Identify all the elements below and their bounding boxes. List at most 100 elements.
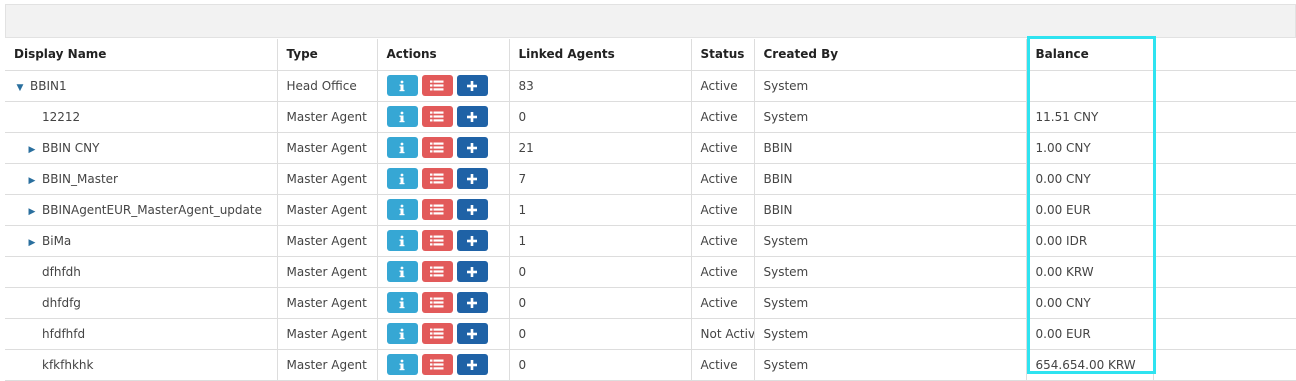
info-button[interactable]: [386, 199, 418, 220]
type-cell: Master Agent: [277, 101, 378, 133]
info-button[interactable]: [386, 323, 418, 344]
balance-cell: 654.654.00 KRW: [1026, 349, 1154, 381]
column-header-display-name[interactable]: Display Name: [5, 39, 278, 71]
column-header-empty: [1153, 39, 1296, 71]
list-button[interactable]: [421, 292, 453, 313]
add-button[interactable]: [456, 323, 488, 344]
list-button[interactable]: [421, 168, 453, 189]
status-cell: Not Active: [691, 318, 755, 350]
display-name: 12212: [42, 109, 81, 124]
linked-agents-cell: 0: [509, 101, 692, 133]
display-name-cell: ▶dfhfdh: [5, 256, 278, 288]
list-button[interactable]: [421, 323, 453, 344]
info-button[interactable]: [386, 137, 418, 158]
table-row[interactable]: ▼ BBIN1 Head Office 83 Active System: [5, 70, 1296, 102]
list-button[interactable]: [421, 230, 453, 251]
actions-cell: [377, 256, 510, 288]
column-header-balance[interactable]: Balance: [1026, 39, 1154, 71]
linked-agents-cell: 21: [509, 132, 692, 164]
add-button[interactable]: [456, 75, 488, 96]
toolbar-area: [5, 4, 1296, 38]
caret-right-icon[interactable]: ▶: [26, 207, 38, 217]
column-header-status[interactable]: Status: [691, 39, 755, 71]
info-icon: [397, 204, 407, 216]
linked-agents-cell: 1: [509, 194, 692, 226]
table-row[interactable]: ▶dfhfdhMaster Agent 0ActiveSystem0.00 KRW: [5, 256, 1296, 288]
linked-agents-cell: 0: [509, 349, 692, 381]
actions-cell: [377, 101, 510, 133]
caret-down-icon[interactable]: ▼: [14, 83, 26, 93]
add-button[interactable]: [456, 137, 488, 158]
type-cell: Master Agent: [277, 287, 378, 319]
list-button[interactable]: [421, 199, 453, 220]
info-button[interactable]: [386, 292, 418, 313]
add-button[interactable]: [456, 261, 488, 282]
list-button[interactable]: [421, 261, 453, 282]
info-icon: [397, 235, 407, 247]
plus-icon: [467, 142, 477, 153]
display-name-cell: ▶dhfdfg: [5, 287, 278, 319]
balance-cell: 0.00 EUR: [1026, 318, 1154, 350]
info-icon: [397, 80, 407, 92]
linked-agents-cell: 0: [509, 318, 692, 350]
add-button[interactable]: [456, 168, 488, 189]
linked-agents-cell: 83: [509, 70, 692, 102]
add-button[interactable]: [456, 199, 488, 220]
display-name: BBINAgentEUR_MasterAgent_update: [42, 202, 262, 217]
add-button[interactable]: [456, 354, 488, 375]
table-row[interactable]: ▶12212Master Agent 0ActiveSystem11.51 CNY: [5, 101, 1296, 133]
display-name: dhfdfg: [42, 295, 81, 310]
table-row[interactable]: ▶ BBINAgentEUR_MasterAgent_update Master A…: [5, 194, 1296, 226]
created-by-cell: System: [754, 287, 1027, 319]
table-row[interactable]: ▶ BBIN_Master Master Agent 7 Active BBIN 0.00 …: [5, 163, 1296, 195]
column-header-created-by[interactable]: Created By: [754, 39, 1027, 71]
status-cell: Active: [691, 163, 755, 195]
info-icon: [397, 297, 407, 309]
list-button[interactable]: [421, 137, 453, 158]
caret-right-icon[interactable]: ▶: [26, 145, 38, 155]
empty-cell: [1153, 349, 1296, 381]
list-button[interactable]: [421, 106, 453, 127]
info-button[interactable]: [386, 75, 418, 96]
info-button[interactable]: [386, 230, 418, 251]
display-name: dfhfdh: [42, 264, 81, 279]
display-name-cell: ▶ BiMa: [5, 225, 278, 257]
display-name: BBIN_Master: [42, 171, 118, 186]
info-button[interactable]: [386, 106, 418, 127]
display-name: kfkfhkhk: [42, 357, 94, 372]
table-body: ▼BBIN1Head Office83ActiveSystem ▶ 12212 Mas…: [5, 70, 1296, 381]
actions-cell: [377, 349, 510, 381]
caret-right-icon[interactable]: ▶: [26, 238, 38, 248]
info-button[interactable]: [386, 168, 418, 189]
info-button[interactable]: [386, 261, 418, 282]
column-header-type[interactable]: Type: [277, 39, 378, 71]
table-row[interactable]: ▶ BBIN CNY Master Agent 21 Active BBIN 1.00 CN…: [5, 132, 1296, 164]
add-button[interactable]: [456, 292, 488, 313]
info-icon: [397, 111, 407, 123]
info-icon: [397, 266, 407, 278]
list-icon: [430, 235, 444, 246]
list-button[interactable]: [421, 354, 453, 375]
add-button[interactable]: [456, 230, 488, 251]
created-by-cell: BBIN: [754, 194, 1027, 226]
table-row[interactable]: ▶dhfdfgMaster Agent 0ActiveSystem0.00 CNY: [5, 287, 1296, 319]
list-button[interactable]: [421, 75, 453, 96]
list-icon: [430, 111, 444, 122]
add-button[interactable]: [456, 106, 488, 127]
info-button[interactable]: [386, 354, 418, 375]
table-row[interactable]: ▶ BiMa Master Agent 1 Active System 0.00 IDR: [5, 225, 1296, 257]
empty-cell: [1153, 256, 1296, 288]
plus-icon: [467, 359, 477, 370]
column-header-linked-agents[interactable]: Linked Agents: [509, 39, 692, 71]
empty-cell: [1153, 287, 1296, 319]
linked-agents-cell: 1: [509, 225, 692, 257]
status-cell: Active: [691, 349, 755, 381]
actions-cell: [377, 194, 510, 226]
display-name-cell: ▼ BBIN1: [5, 70, 278, 102]
status-cell: Active: [691, 225, 755, 257]
display-name: BBIN CNY: [42, 140, 100, 155]
table-row[interactable]: ▶hfdfhfdMaster Agent 0Not ActiveSystem0.0…: [5, 318, 1296, 350]
status-cell: Active: [691, 256, 755, 288]
table-row[interactable]: ▶kfkfhkhkMaster Agent 0ActiveSystem654.65…: [5, 349, 1296, 381]
caret-right-icon[interactable]: ▶: [26, 176, 38, 186]
